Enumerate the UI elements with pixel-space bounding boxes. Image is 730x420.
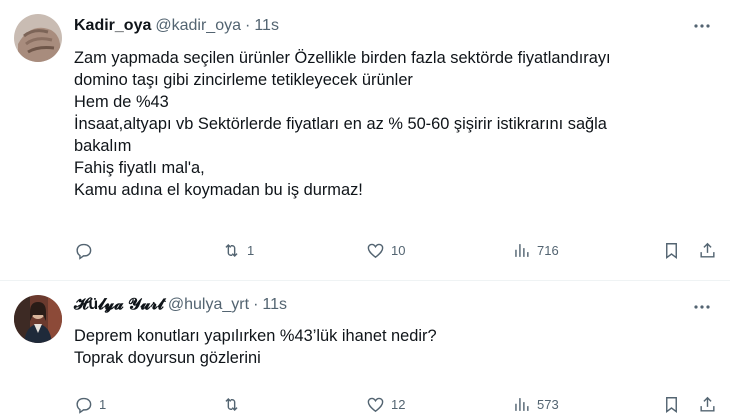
user-handle[interactable]: @hulya_yrt <box>168 296 249 314</box>
avatar[interactable] <box>14 295 62 343</box>
display-name[interactable]: Kadir_oya <box>74 17 151 35</box>
tweet-header: Kadir_oya @kadir_oya · 11s <box>74 16 279 36</box>
like-button[interactable]: 10 <box>366 239 405 261</box>
separator: · <box>245 17 251 34</box>
action-bar: 1 10 716 <box>74 239 718 261</box>
heart-icon <box>367 397 384 412</box>
display-name[interactable]: 𝓗ü𝓵𝔂𝓪 𝓨𝓾𝓻𝓽 <box>74 296 164 314</box>
avatar[interactable] <box>14 14 62 62</box>
timestamp[interactable]: 11s <box>254 17 279 35</box>
separator: · <box>253 296 259 313</box>
heart-icon <box>367 243 384 258</box>
action-bar: 1 12 573 <box>74 393 718 415</box>
bookmark-icon <box>666 242 677 259</box>
bookmark-button[interactable] <box>662 239 681 261</box>
user-handle[interactable]: @kadir_oya <box>155 17 241 35</box>
ellipsis-icon[interactable] <box>692 16 712 36</box>
reply-icon <box>76 243 92 260</box>
like-button[interactable]: 12 <box>366 393 405 415</box>
views-chart-icon <box>515 243 529 257</box>
tweet[interactable]: 𝓗ü𝓵𝔂𝓪 𝓨𝓾𝓻𝓽 @hulya_yrt · 11s Deprem konut… <box>0 281 730 420</box>
retweet-count: 1 <box>247 242 255 258</box>
tweet-text-line: İnsaat,altyapı vb Sektörlerde fiyatları … <box>74 115 607 133</box>
views-chart-icon <box>515 397 529 411</box>
reply-icon <box>76 397 92 414</box>
bookmark-button[interactable] <box>662 393 681 415</box>
tweet[interactable]: Kadir_oya @kadir_oya · 11s Zam yapmada s… <box>0 0 730 280</box>
tweet-header: 𝓗ü𝓵𝔂𝓪 𝓨𝓾𝓻𝓽 @hulya_yrt · 11s <box>74 295 287 315</box>
views-button[interactable]: 716 <box>512 239 559 261</box>
share-icon <box>700 396 715 412</box>
tweet-text-line: domino taşı gibi zincirleme tetikleyecek… <box>74 71 413 89</box>
tweet-text-line: bakalım <box>74 137 132 155</box>
reply-count: 1 <box>99 396 107 412</box>
like-count: 10 <box>391 242 406 258</box>
share-icon <box>700 242 715 258</box>
retweet-icon <box>225 243 238 257</box>
tweet-text: Deprem konutları yapılırken %43’lük ihan… <box>74 325 714 369</box>
share-button[interactable] <box>698 393 717 415</box>
retweet-icon <box>225 397 238 411</box>
reply-button[interactable] <box>74 239 99 261</box>
ellipsis-icon[interactable] <box>692 297 712 317</box>
tweet-text: Zam yapmada seçilen ürünler Özellikle bi… <box>74 47 714 201</box>
retweet-button[interactable] <box>222 393 247 415</box>
view-count: 573 <box>537 396 559 412</box>
tweet-text-line: Zam yapmada seçilen ürünler Özellikle bi… <box>74 49 611 67</box>
timestamp[interactable]: 11s <box>262 296 287 314</box>
view-count: 716 <box>537 242 559 258</box>
retweet-button[interactable]: 1 <box>222 239 254 261</box>
bookmark-icon <box>666 396 677 413</box>
tweet-text-line: Fahiş fiyatlı mal'a, <box>74 159 205 177</box>
tweet-text-line: Toprak doyursun gözlerini <box>74 349 261 367</box>
views-button[interactable]: 573 <box>512 393 559 415</box>
tweet-text-line: Deprem konutları yapılırken %43’lük ihan… <box>74 327 437 345</box>
tweet-text-line: Kamu adına el koymadan bu iş durmaz! <box>74 181 363 199</box>
tweet-text-line: Hem de %43 <box>74 93 169 111</box>
reply-button[interactable]: 1 <box>74 393 106 415</box>
like-count: 12 <box>391 396 406 412</box>
share-button[interactable] <box>698 239 717 261</box>
